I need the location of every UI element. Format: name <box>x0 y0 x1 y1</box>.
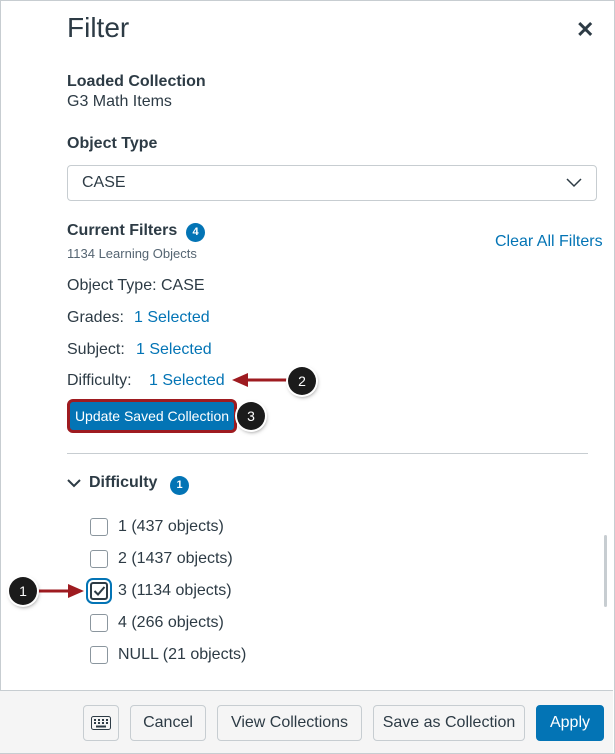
callout-3: 3 <box>237 402 265 430</box>
option-label: 1 (437 objects) <box>118 518 224 535</box>
callout-2: 2 <box>288 367 316 395</box>
view-collections-button[interactable]: View Collections <box>217 705 362 741</box>
checkbox[interactable] <box>90 646 108 664</box>
checkbox[interactable] <box>90 518 108 536</box>
difficulty-option-null[interactable]: NULL (21 objects) <box>90 645 246 665</box>
option-label: NULL (21 objects) <box>118 646 247 663</box>
keyboard-shortcuts-button[interactable] <box>83 705 119 741</box>
callout-1: 1 <box>9 577 37 605</box>
arrow-to-difficulty-link <box>232 373 290 387</box>
option-label: 2 (1437 objects) <box>118 550 233 567</box>
option-label: 3 (1134 objects) <box>118 582 232 599</box>
chevron-down-icon <box>67 479 81 488</box>
difficulty-section-toggle[interactable]: Difficulty <box>67 474 157 492</box>
checkbox[interactable] <box>90 550 108 568</box>
difficulty-option-4[interactable]: 4 (266 objects) <box>90 613 224 633</box>
checkbox[interactable] <box>90 614 108 632</box>
difficulty-option-3[interactable]: 3 (1134 objects) <box>90 581 232 601</box>
save-as-collection-button[interactable]: Save as Collection <box>373 705 525 741</box>
apply-button[interactable]: Apply <box>536 705 604 741</box>
keyboard-icon <box>91 716 111 730</box>
difficulty-option-1[interactable]: 1 (437 objects) <box>90 517 224 537</box>
arrow-to-checkbox <box>36 584 84 598</box>
section-divider <box>67 453 588 454</box>
checkbox-checked[interactable] <box>90 582 108 600</box>
difficulty-section-title: Difficulty <box>89 474 158 491</box>
checkmark-icon <box>93 586 106 596</box>
difficulty-option-2[interactable]: 2 (1437 objects) <box>90 549 233 569</box>
difficulty-count-badge: 1 <box>170 476 189 495</box>
scrollbar[interactable] <box>604 535 607 607</box>
option-label: 4 (266 objects) <box>118 614 224 631</box>
cancel-button[interactable]: Cancel <box>130 705 206 741</box>
